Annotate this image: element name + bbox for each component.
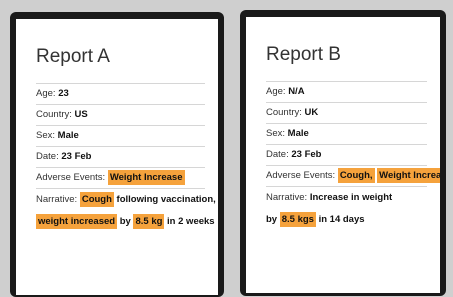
narrative-text: Increase in weight xyxy=(309,192,393,203)
narrative-text: by xyxy=(266,214,278,225)
adverse-event-highlight-cough: Cough, xyxy=(337,168,375,183)
narrative-label: Narrative: xyxy=(36,194,78,205)
sex-label: Sex: xyxy=(266,128,286,139)
narrative-text: in 2 weeks xyxy=(167,216,215,227)
age-row: Age: N/A xyxy=(266,81,427,102)
report-b-card: Report B Age: N/A Country: UK Sex: Male … xyxy=(246,17,440,293)
sex-row: Sex: Male xyxy=(36,125,205,146)
narrative-highlight-amount: 8.5 kg xyxy=(133,214,165,229)
sex-label: Sex: xyxy=(36,130,56,141)
country-row: Country: UK xyxy=(266,102,427,123)
report-a-card: Report A Age: 23 Country: US Sex: Male D… xyxy=(16,19,218,295)
report-b-title: Report B xyxy=(266,44,341,65)
country-row: Country: US xyxy=(36,104,205,125)
age-value: N/A xyxy=(288,86,305,97)
date-label: Date: xyxy=(266,149,289,160)
date-value: 23 Feb xyxy=(291,149,322,160)
date-row: Date: 23 Feb xyxy=(36,146,205,167)
age-label: Age: xyxy=(36,88,56,99)
report-a-fields: Age: 23 Country: US Sex: Male Date: 23 F… xyxy=(36,83,216,233)
age-label: Age: xyxy=(266,86,286,97)
report-a-title: Report A xyxy=(36,46,110,67)
date-value: 23 Feb xyxy=(61,151,92,162)
narrative-text: by xyxy=(119,216,131,227)
age-value: 23 xyxy=(58,88,69,99)
date-row: Date: 23 Feb xyxy=(266,144,427,165)
narrative-label: Narrative: xyxy=(266,192,308,203)
adverse-events-row: Adverse Events: Cough, Weight Increase xyxy=(266,165,440,186)
sex-row: Sex: Male xyxy=(266,123,427,144)
age-row: Age: 23 xyxy=(36,83,205,104)
country-value: UK xyxy=(304,107,319,118)
adverse-events-row: Adverse Events: Weight Increase xyxy=(36,167,205,188)
adverse-events-label: Adverse Events: xyxy=(266,170,336,181)
adverse-events-label: Adverse Events: xyxy=(36,172,106,183)
narrative-highlight-amount: 8.5 kgs xyxy=(279,212,316,227)
sex-value: Male xyxy=(287,128,309,139)
country-value: US xyxy=(74,109,88,120)
adverse-event-highlight: Weight Increase xyxy=(107,170,185,185)
country-label: Country: xyxy=(266,107,302,118)
narrative-highlight-weight: weight increased xyxy=(36,214,118,229)
narrative-text: following vaccination, xyxy=(116,194,216,205)
date-label: Date: xyxy=(36,151,59,162)
adverse-event-highlight-weight: Weight Increase xyxy=(377,168,440,183)
report-b-fields: Age: N/A Country: UK Sex: Male Date: 23 … xyxy=(266,81,440,231)
narrative-row: Narrative: Cough following vaccination, … xyxy=(36,188,216,233)
narrative-row: Narrative: Increase in weight by 8.5 kgs… xyxy=(266,186,427,231)
country-label: Country: xyxy=(36,109,72,120)
narrative-text: in 14 days xyxy=(318,214,365,225)
narrative-highlight-cough: Cough xyxy=(79,192,114,207)
sex-value: Male xyxy=(57,130,79,141)
